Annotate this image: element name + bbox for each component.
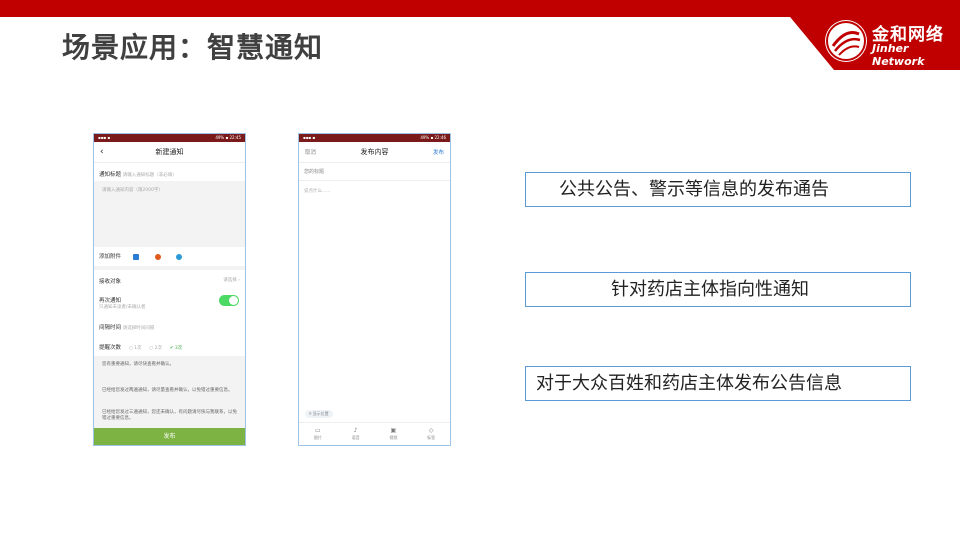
notice-title-field[interactable]: 通知标题 请输入通知标题（非必填） — [94, 170, 245, 178]
status-right: 49% ▪ 22:46 — [420, 135, 446, 140]
notice-title-label: 通知标题 — [99, 172, 122, 178]
location-icon[interactable] — [154, 253, 161, 260]
tab-voice[interactable]: ♪ 语音 — [344, 427, 368, 441]
divider — [94, 266, 245, 270]
remind-row: 提醒次数 ○ 1次 ○ 2次 ✔ 3次 — [94, 343, 245, 351]
tab-tag-label: 标签 — [427, 435, 436, 440]
microphone-icon: ♪ — [353, 427, 358, 434]
tab-video[interactable]: ▣ 视频 — [381, 427, 405, 441]
back-icon[interactable]: ‹ — [100, 147, 104, 157]
publish-button[interactable]: 发布 — [94, 428, 245, 445]
remind-option-1[interactable]: ○ 1次 — [129, 346, 142, 351]
interval-placeholder: 请选择时间间隔 — [122, 326, 155, 331]
status-right: 49% ▪ 22:45 — [215, 135, 241, 140]
body-input[interactable]: 说点什么...... — [299, 188, 450, 194]
tab-image-label: 图片 — [313, 435, 322, 440]
check-icon[interactable] — [176, 253, 183, 260]
repeat-toggle[interactable] — [219, 295, 239, 306]
description-box-3: 对于大众百姓和药店主体发布公告信息 — [525, 366, 911, 401]
phone-new-notice: ▪▪▪ ▪ 49% ▪ 22:45 ‹ 新建通知 通知标题 请输入通知标题（非必… — [93, 133, 246, 446]
notice-content-placeholder: 请输入通知内容（限2000字） — [102, 188, 163, 193]
remind-message-3: 已经给您发过三遍通知，您还未确认，有问题请尽快与我联系，以免错过重要信息。 — [102, 410, 237, 421]
interval-label: 间隔时间 — [99, 325, 122, 331]
image-icon: ▭ — [315, 427, 321, 434]
tab-video-label: 视频 — [389, 435, 398, 440]
status-bar: ▪▪▪ ▪ 49% ▪ 22:46 — [299, 134, 450, 142]
video-icon: ▣ — [390, 427, 397, 434]
folder-icon[interactable] — [132, 253, 139, 260]
nav-title: 新建通知 — [155, 148, 184, 156]
title-input[interactable]: 您的标题 — [299, 168, 450, 181]
notice-content-input[interactable]: 请输入通知内容（限2000字） — [94, 181, 245, 247]
tab-tag[interactable]: ◇ 标签 — [419, 427, 443, 441]
interval-row[interactable]: 间隔时间 请选择时间间隔 — [94, 323, 245, 331]
jinher-logo-icon — [825, 20, 867, 62]
description-box-2: 针对药店主体指向性通知 — [525, 272, 911, 307]
tab-voice-label: 语音 — [351, 435, 360, 440]
nav-publish-button[interactable]: 发布 — [433, 148, 444, 156]
repeat-sub: 只通知未读者/未确认者 — [99, 305, 146, 310]
remind-messages: 您有重要通知，请尽快查看并确认。 已经给您发过两遍通知，请尽量查看并确认，以免错… — [94, 356, 245, 428]
cancel-button[interactable]: 取消 — [305, 148, 316, 156]
notice-title-placeholder: 请输入通知标题（非必填） — [122, 173, 177, 178]
show-location-button[interactable]: ⌾ 显示位置 — [305, 410, 333, 418]
nav-title: 发布内容 — [360, 148, 389, 156]
show-location-label: 显示位置 — [312, 411, 329, 416]
location-pin-icon: ⌾ — [309, 411, 312, 416]
tab-image[interactable]: ▭ 图片 — [306, 427, 330, 441]
tag-icon: ◇ — [428, 427, 434, 434]
remind-label: 提醒次数 — [99, 345, 122, 351]
media-tabbar: ▭ 图片 ♪ 语音 ▣ 视频 ◇ 标签 — [299, 422, 450, 445]
logo-text-en: Jinher Network — [872, 42, 925, 68]
phone-publish-content: ▪▪▪ ▪ 49% ▪ 22:46 取消 发布内容 发布 您的标题 说点什么..… — [298, 133, 451, 446]
status-left: ▪▪▪ ▪ — [303, 135, 316, 140]
nav-bar: 取消 发布内容 发布 — [299, 142, 450, 163]
description-box-1: 公共公告、警示等信息的发布通告 — [525, 172, 911, 207]
page-title: 场景应用：智慧通知 — [62, 31, 324, 64]
remind-option-2[interactable]: ○ 2次 — [149, 346, 162, 351]
attachment-row: 添加附件 — [94, 252, 245, 260]
nav-bar: ‹ 新建通知 — [94, 142, 245, 163]
remind-message-1: 您有重要通知，请尽快查看并确认。 — [102, 362, 174, 367]
remind-option-3[interactable]: ✔ 3次 — [170, 346, 183, 351]
receiver-row[interactable]: 接收对象 请选择 › — [94, 277, 245, 285]
remind-message-2: 已经给您发过两遍通知，请尽量查看并确认，以免错过重要信息。 — [102, 388, 233, 393]
attachment-label: 添加附件 — [99, 254, 122, 260]
receiver-label: 接收对象 — [99, 279, 122, 285]
status-bar: ▪▪▪ ▪ 49% ▪ 22:45 — [94, 134, 245, 142]
status-left: ▪▪▪ ▪ — [98, 135, 111, 140]
receiver-value: 请选择 › — [223, 278, 240, 283]
